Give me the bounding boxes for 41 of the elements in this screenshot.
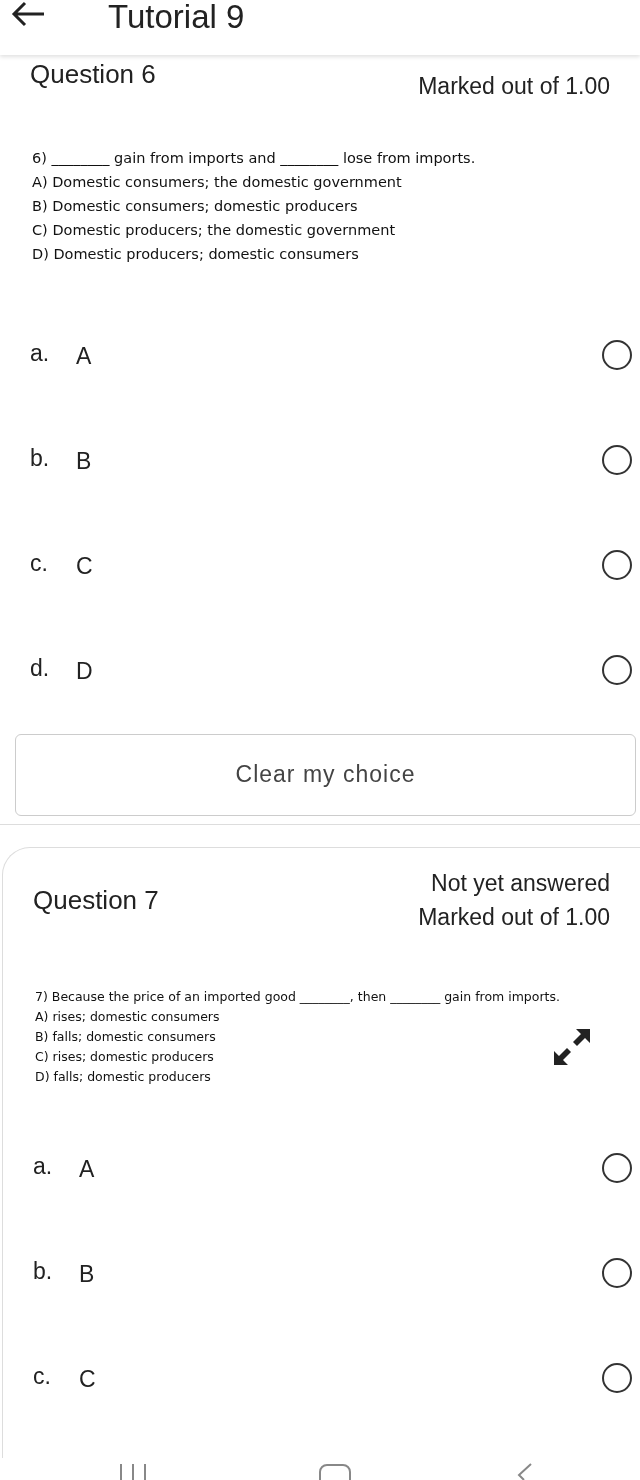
recent-apps-icon[interactable] [118, 1464, 148, 1480]
choice-text: D) Domestic producers; domestic consumers [32, 244, 360, 264]
option-label: D [76, 656, 94, 686]
option-label: C [76, 551, 94, 581]
radio-button[interactable] [602, 1257, 632, 1288]
question-marks: Marked out of 1.00 [418, 903, 610, 932]
radio-button[interactable] [602, 549, 632, 580]
option-letter: b. [30, 443, 51, 473]
question-status: Not yet answered [431, 868, 610, 898]
radio-button[interactable] [602, 654, 632, 685]
question-title: Question 7 [33, 887, 159, 913]
choice-text: A) rises; domestic consumers [35, 1007, 221, 1026]
question-text: 7) Because the price of an imported good ________, then ________ gain from imports. [35, 987, 561, 1006]
option-letter: a. [33, 1151, 54, 1181]
clear-choice-button[interactable]: Clear my choice [15, 733, 636, 816]
question-marks: Marked out of 1.00 [418, 72, 610, 101]
option-label: B [79, 1259, 96, 1289]
option-letter: a. [30, 338, 51, 368]
radio-button[interactable] [602, 1152, 632, 1183]
question-title: Question 6 [30, 61, 156, 87]
radio-button[interactable] [602, 339, 632, 370]
back-arrow-icon[interactable] [10, 0, 46, 28]
radio-button[interactable] [602, 444, 632, 475]
option-letter: b. [33, 1256, 54, 1286]
choice-text: B) falls; domestic consumers [35, 1027, 217, 1046]
option-label: C [79, 1364, 97, 1394]
choice-text: D) falls; domestic producers [35, 1067, 212, 1086]
option-label: B [76, 446, 93, 476]
page-title: Tutorial 9 [108, 0, 245, 33]
home-icon[interactable] [318, 1464, 352, 1480]
option-letter: c. [30, 548, 49, 578]
option-letter: c. [33, 1361, 52, 1391]
choice-text: B) Domestic consumers; domestic producers [32, 196, 359, 216]
choice-text: A) Domestic consumers; the domestic government [32, 172, 403, 192]
question-text: 6) ________ gain from imports and ________ lose from imports. [32, 148, 477, 168]
choice-text: C) rises; domestic producers [35, 1047, 215, 1066]
option-letter: d. [30, 653, 51, 683]
option-label: A [76, 341, 93, 371]
option-label: A [79, 1154, 96, 1184]
choice-text: C) Domestic producers; the domestic government [32, 220, 397, 240]
radio-button[interactable] [602, 1362, 632, 1393]
